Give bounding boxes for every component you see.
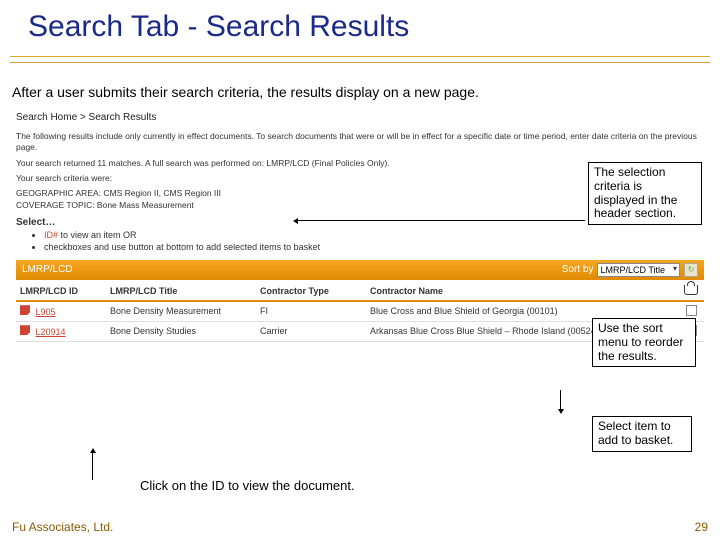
select-instructions: ID# to view an item OR checkboxes and us… xyxy=(44,230,704,252)
arrow-to-id xyxy=(92,450,93,480)
intro-text: After a user submits their search criter… xyxy=(0,44,720,108)
arrow-to-checkbox xyxy=(560,390,561,412)
section-label: LMRP/LCD xyxy=(22,264,73,275)
result-contractor-type: Carrier xyxy=(256,321,366,341)
result-title: Bone Density Studies xyxy=(106,321,256,341)
result-id-link[interactable]: L905 xyxy=(36,307,56,317)
result-title: Bone Density Measurement xyxy=(106,301,256,322)
annotation-header: The selection criteria is displayed in t… xyxy=(588,162,702,225)
col-id: LMRP/LCD ID xyxy=(16,282,106,301)
select-instruction-checkbox: checkboxes and use button at bottom to a… xyxy=(44,242,704,252)
sort-go-button[interactable]: ↻ xyxy=(684,263,698,277)
annotation-basket: Select item to add to basket. xyxy=(592,416,692,452)
results-scope-paragraph: The following results include only curre… xyxy=(16,131,704,152)
annotation-sort: Use the sort menu to reorder the results… xyxy=(592,318,696,367)
sort-label: Sort by xyxy=(562,264,594,275)
col-contractor-type: Contractor Type xyxy=(256,282,366,301)
result-id-link[interactable]: L20914 xyxy=(36,327,66,337)
results-panel: Search Home > Search Results The followi… xyxy=(16,112,704,342)
sort-dropdown[interactable]: LMRP/LCD Title xyxy=(597,263,680,277)
title-underline xyxy=(10,56,710,68)
footer-company: Fu Associates, Ltd. xyxy=(12,520,113,534)
id-hash-label: ID# xyxy=(44,230,58,240)
result-contractor-type: FI xyxy=(256,301,366,322)
slide-footer: Fu Associates, Ltd. 29 xyxy=(12,520,708,534)
col-title: LMRP/LCD Title xyxy=(106,282,256,301)
select-instruction-id: ID# to view an item OR xyxy=(44,230,704,240)
col-basket xyxy=(678,282,704,301)
slide-title: Search Tab - Search Results xyxy=(0,0,720,44)
col-contractor-name: Contractor Name xyxy=(366,282,678,301)
breadcrumb: Search Home > Search Results xyxy=(16,112,704,123)
caption-click-id: Click on the ID to view the document. xyxy=(140,478,355,493)
doc-icon xyxy=(20,325,30,335)
section-header-bar: LMRP/LCD Sort by LMRP/LCD Title ↻ xyxy=(16,260,704,280)
doc-icon xyxy=(20,305,30,315)
basket-icon xyxy=(684,285,698,295)
basket-checkbox[interactable] xyxy=(686,305,697,316)
arrow-to-header xyxy=(295,220,585,221)
slide-number: 29 xyxy=(695,520,708,534)
